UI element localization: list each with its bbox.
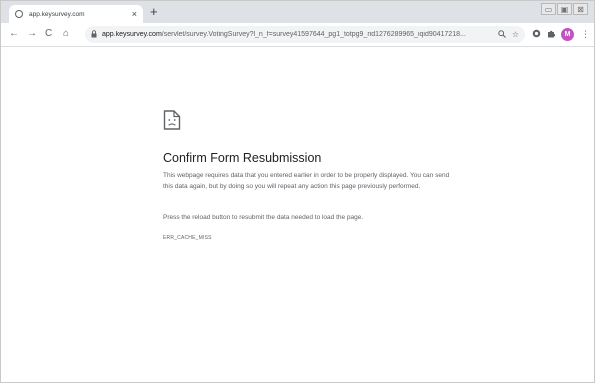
bookmark-star-icon[interactable]: ☆ (512, 30, 519, 39)
error-hint: Press the reload button to resubmit the … (163, 214, 364, 221)
puzzle-extensions-icon[interactable] (547, 29, 556, 42)
home-icon[interactable]: ⌂ (63, 28, 69, 40)
reload-icon[interactable]: C (45, 28, 52, 40)
sad-document-icon (163, 110, 181, 130)
url-path: /servlet/survey.VotingSurvey?l_n_f=surve… (161, 31, 466, 38)
tab-keysurvey[interactable]: app.keysurvey.com × (9, 5, 143, 23)
back-icon[interactable]: ← (9, 28, 19, 40)
profile-avatar[interactable]: M (561, 28, 574, 41)
error-description: This webpage requires data that you ente… (163, 172, 450, 190)
url-text[interactable]: app.keysurvey.com/servlet/survey.VotingS… (102, 31, 494, 38)
minimize-button[interactable]: ▭ (541, 3, 556, 15)
new-tab-button[interactable]: + (150, 5, 158, 19)
lock-icon[interactable] (91, 29, 97, 40)
error-title: Confirm Form Resubmission (163, 151, 322, 165)
zoom-icon[interactable] (498, 29, 506, 40)
url-host: app.keysurvey.com (102, 31, 162, 38)
error-page: Confirm Form Resubmission This webpage r… (1, 47, 594, 382)
close-window-button[interactable]: ⊠ (573, 3, 588, 15)
address-bar[interactable]: app.keysurvey.com/servlet/survey.VotingS… (85, 26, 525, 43)
tab-strip: app.keysurvey.com × + ▭ ▣ ⊠ (1, 1, 594, 23)
more-menu-icon[interactable]: ⋮ (581, 28, 590, 40)
tab-title: app.keysurvey.com (29, 10, 85, 18)
extension-icon[interactable] (532, 29, 541, 42)
window-controls: ▭ ▣ ⊠ (540, 3, 588, 15)
omnibox-actions: ☆ (498, 29, 519, 40)
maximize-button[interactable]: ▣ (557, 3, 572, 15)
browser-window: app.keysurvey.com × + ▭ ▣ ⊠ ← → C ⌂ app.… (0, 0, 595, 383)
forward-icon[interactable]: → (27, 28, 37, 40)
close-tab-icon[interactable]: × (132, 9, 137, 19)
browser-toolbar: ← → C ⌂ app.keysurvey.com/servlet/survey… (1, 23, 594, 47)
globe-icon (15, 10, 23, 18)
error-code: ERR_CACHE_MISS (163, 235, 212, 241)
